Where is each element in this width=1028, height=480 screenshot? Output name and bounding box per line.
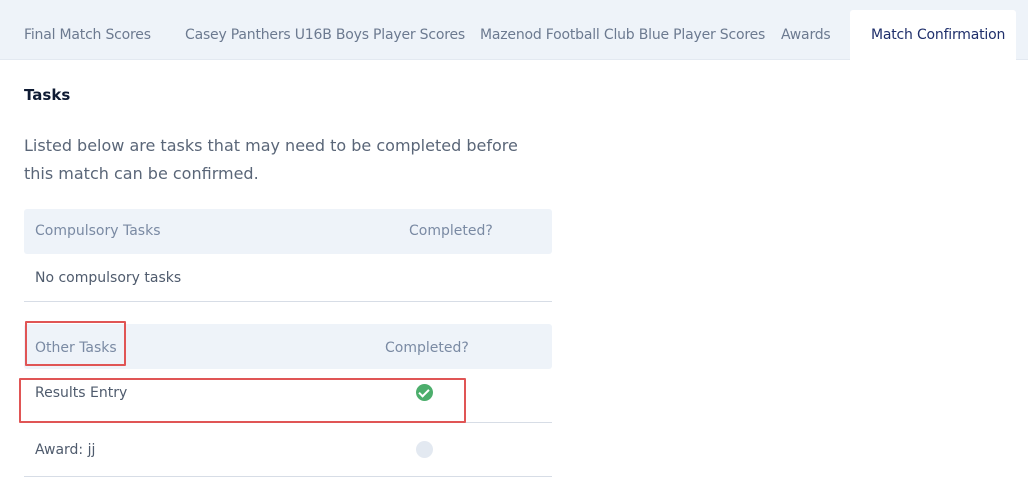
table-row: Award: jj: [24, 423, 552, 477]
compulsory-completed-header: Completed?: [409, 223, 493, 239]
compulsory-tasks-header-label: Compulsory Tasks: [35, 223, 161, 239]
other-tasks-header: Other Tasks Completed?: [24, 324, 552, 369]
table-row: No compulsory tasks: [24, 254, 552, 302]
tab-mazenod-player-scores[interactable]: Mazenod Football Club Blue Player Scores: [480, 10, 765, 60]
tasks-heading: Tasks: [24, 86, 71, 104]
tab-bar: Final Match Scores Casey Panthers U16B B…: [0, 0, 1028, 61]
tab-awards[interactable]: Awards: [781, 10, 831, 60]
completed-check-icon: [416, 384, 433, 401]
tasks-intro-text: Listed below are tasks that may need to …: [24, 136, 518, 183]
task-award-label: Award: jj: [35, 442, 96, 458]
compulsory-tasks-table: Compulsory Tasks Completed? No compulsor…: [24, 209, 552, 302]
other-completed-header: Completed?: [385, 340, 469, 356]
compulsory-tasks-header: Compulsory Tasks Completed?: [24, 209, 552, 254]
task-results-entry-label: Results Entry: [35, 385, 128, 401]
incomplete-status-icon: [416, 441, 433, 458]
table-row: Results Entry: [24, 369, 552, 423]
tab-final-match-scores[interactable]: Final Match Scores: [24, 10, 151, 60]
tab-casey-panthers-player-scores[interactable]: Casey Panthers U16B Boys Player Scores: [185, 10, 465, 60]
tab-match-confirmation[interactable]: Match Confirmation: [850, 10, 1016, 61]
no-compulsory-tasks-text: No compulsory tasks: [35, 270, 182, 286]
other-tasks-header-label: Other Tasks: [35, 340, 117, 356]
other-tasks-table: Other Tasks Completed? Results Entry Awa…: [24, 324, 552, 477]
